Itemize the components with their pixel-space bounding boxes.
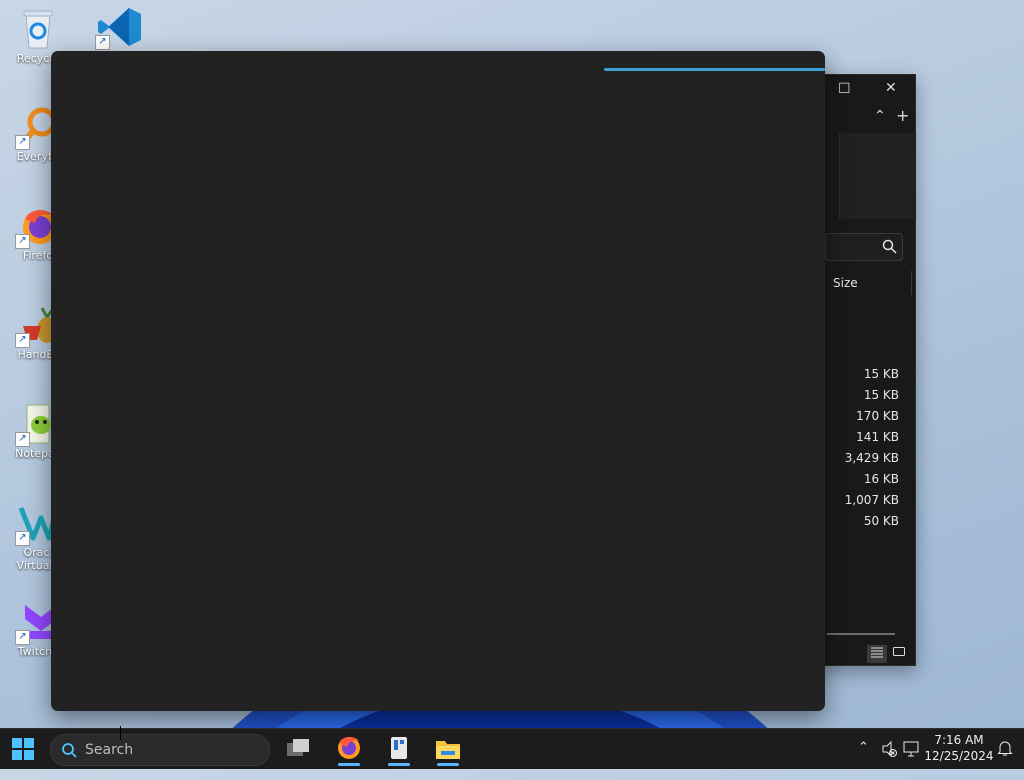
file-size-cell: 15 KB bbox=[863, 367, 899, 381]
desktop-icon-label: Firefo bbox=[22, 249, 54, 262]
column-header-size[interactable]: Size bbox=[827, 271, 912, 295]
bell-icon bbox=[997, 741, 1013, 756]
taskbar-search-input[interactable] bbox=[85, 740, 255, 760]
new-tab-button[interactable]: + bbox=[896, 106, 909, 125]
task-view-button[interactable] bbox=[279, 733, 317, 765]
explorer-search-box[interactable] bbox=[825, 233, 903, 261]
taskbar-clock[interactable]: 7:16 AM 12/25/2024 bbox=[922, 732, 996, 764]
details-view-icon bbox=[871, 647, 883, 658]
shortcut-arrow-icon: ↗ bbox=[95, 35, 110, 50]
shortcut-arrow-icon: ↗ bbox=[15, 531, 30, 546]
clock-date: 12/25/2024 bbox=[924, 749, 994, 763]
running-indicator bbox=[388, 763, 410, 766]
maximize-button[interactable]: ☐ bbox=[838, 81, 851, 97]
search-icon bbox=[62, 743, 77, 758]
notifications-button[interactable] bbox=[997, 739, 1013, 779]
file-size-cell: 50 KB bbox=[863, 514, 899, 528]
horizontal-scrollbar[interactable] bbox=[827, 633, 895, 635]
search-icon bbox=[882, 239, 897, 254]
file-size-cell: 16 KB bbox=[863, 472, 899, 486]
shortcut-arrow-icon: ↗ bbox=[15, 432, 30, 447]
start-button[interactable] bbox=[12, 738, 34, 760]
taskbar-file-explorer[interactable] bbox=[429, 733, 467, 766]
file-size-cell: 3,429 KB bbox=[844, 451, 899, 465]
text-cursor bbox=[120, 726, 121, 740]
recycle-bin-icon bbox=[17, 8, 59, 50]
desktop-icon-vscode[interactable]: ↗ bbox=[88, 6, 148, 50]
close-button[interactable]: ✕ bbox=[885, 80, 897, 96]
file-size-cell: 1,007 KB bbox=[844, 493, 899, 507]
shortcut-arrow-icon: ↗ bbox=[15, 333, 30, 348]
network-icon bbox=[882, 740, 919, 758]
show-hidden-icons-button[interactable]: ⌃ bbox=[858, 740, 869, 780]
file-size-cell: 170 KB bbox=[856, 409, 899, 423]
running-indicator bbox=[338, 763, 360, 766]
file-size-cell: 141 KB bbox=[856, 430, 899, 444]
task-view-icon bbox=[287, 739, 309, 756]
loading-progress-bar bbox=[604, 68, 825, 71]
taskbar-app[interactable] bbox=[380, 733, 418, 766]
main-app-window[interactable] bbox=[51, 51, 825, 711]
taskbar-firefox[interactable] bbox=[330, 733, 368, 766]
folder-icon bbox=[436, 741, 460, 759]
shortcut-arrow-icon: ↗ bbox=[15, 135, 30, 150]
tiles-view-button[interactable] bbox=[889, 645, 909, 663]
network-volume-tray[interactable] bbox=[880, 739, 920, 779]
file-explorer-window[interactable]: ☐ ✕ ⌃ + Size 15 KB 15 KB 170 KB 141 KB 3… bbox=[810, 74, 916, 666]
details-view-button[interactable] bbox=[867, 645, 887, 663]
vscode-icon: ↗ bbox=[95, 6, 141, 50]
desktop-icon-label: Oracl bbox=[23, 546, 53, 559]
tiles-view-icon bbox=[893, 647, 905, 656]
clock-time: 7:16 AM bbox=[934, 733, 984, 747]
taskbar: ⌃ 7:16 AM 12/25/2024 bbox=[0, 728, 1024, 769]
collapse-ribbon-button[interactable]: ⌃ bbox=[874, 108, 886, 124]
running-indicator bbox=[437, 763, 459, 766]
file-size-cell: 15 KB bbox=[863, 388, 899, 402]
preview-pane bbox=[839, 133, 916, 219]
firefox-icon bbox=[338, 737, 360, 759]
taskbar-search-box[interactable] bbox=[50, 734, 270, 766]
app-window-icon bbox=[391, 737, 407, 759]
shortcut-arrow-icon: ↗ bbox=[15, 234, 30, 249]
shortcut-arrow-icon: ↗ bbox=[15, 630, 30, 645]
